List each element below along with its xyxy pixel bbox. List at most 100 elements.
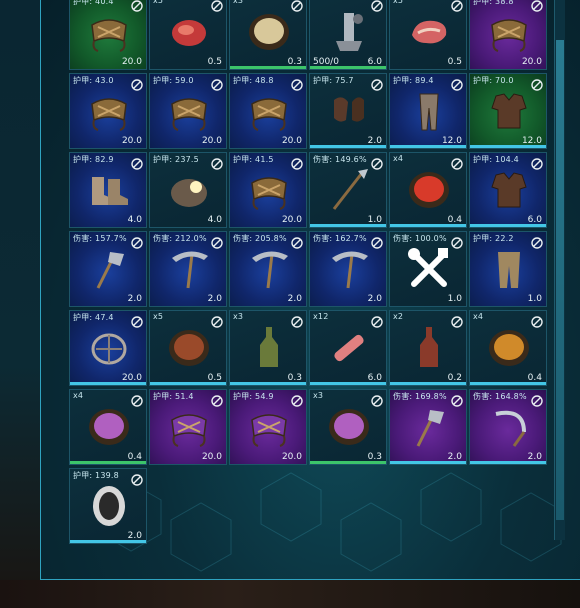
sickle-icon	[484, 402, 534, 452]
inventory-slot[interactable]: x2 0.2	[389, 310, 467, 386]
purple-bowl-icon	[324, 402, 374, 452]
slot-status-bar	[230, 382, 306, 385]
inventory-slot[interactable]: 伤害: 169.8% 2.0	[389, 389, 467, 465]
spear-icon	[324, 165, 374, 215]
inventory-slot[interactable]: 护甲: 38.8 20.0	[469, 0, 547, 70]
inventory-slot[interactable]: 伤害: 157.7% 2.0	[69, 231, 147, 307]
repair-tools-icon	[404, 244, 454, 294]
no-transfer-icon	[531, 155, 543, 170]
slot-stat-label: 伤害: 162.7%	[313, 234, 367, 243]
inventory-slot[interactable]: x4 0.4	[69, 389, 147, 465]
inventory-slot[interactable]: 护甲: 104.4 6.0	[469, 152, 547, 228]
slot-stat-label: x12	[313, 312, 329, 321]
inventory-slot[interactable]: 伤害: 164.8% 2.0	[469, 389, 547, 465]
slot-stat-label: x5	[153, 312, 164, 321]
inventory-slot[interactable]: x3 0.3	[309, 389, 387, 465]
inventory-slot[interactable]: 护甲: 237.5 4.0	[149, 152, 227, 228]
inventory-slot[interactable]: 伤害: 205.8% 2.0	[229, 231, 307, 307]
inventory-slot[interactable]: 伤害: 162.7% 2.0	[309, 231, 387, 307]
inventory-slot[interactable]: 护甲: 40.4 20.0	[69, 0, 147, 70]
no-transfer-icon	[291, 234, 303, 249]
no-transfer-icon	[371, 392, 383, 407]
gas-mask-icon	[84, 481, 134, 531]
inventory-slot[interactable]: 护甲: 43.0 20.0	[69, 73, 147, 149]
inventory-slot[interactable]: 护甲: 22.2 1.0	[469, 231, 547, 307]
slot-status-bar	[310, 66, 386, 69]
inventory-slot[interactable]: x4 0.4	[469, 310, 547, 386]
inventory-slot[interactable]: 护甲: 54.9 20.0	[229, 389, 307, 465]
slot-stat-label: 伤害: 164.8%	[473, 392, 527, 401]
slot-stat-label: 护甲: 139.8	[73, 471, 119, 480]
no-transfer-icon	[291, 76, 303, 91]
slot-stat-label: 护甲: 70.0	[473, 76, 514, 85]
axe-icon	[404, 402, 454, 452]
inventory-slot[interactable]: x5 0.5	[149, 310, 227, 386]
slot-status-bar	[230, 66, 306, 69]
slot-weight-label: 2.0	[367, 294, 382, 304]
no-transfer-icon	[291, 313, 303, 328]
chestpiece-icon	[484, 165, 534, 215]
inventory-slot[interactable]: 护甲: 89.4 12.0	[389, 73, 467, 149]
raw-meat-icon	[164, 7, 214, 57]
slot-weight-label: 20.0	[201, 136, 222, 146]
no-transfer-icon	[531, 234, 543, 249]
inventory-slot[interactable]: 伤害: 212.0% 2.0	[149, 231, 227, 307]
no-transfer-icon	[371, 234, 383, 249]
inventory-slot[interactable]: 护甲: 139.8 2.0	[69, 468, 147, 544]
saddle-icon	[484, 7, 534, 57]
no-transfer-icon	[211, 155, 223, 170]
no-transfer-icon	[451, 392, 463, 407]
inventory-slot[interactable]: 护甲: 47.4 20.0	[69, 310, 147, 386]
no-transfer-icon	[131, 392, 143, 407]
inventory-slot[interactable]: 护甲: 59.0 20.0	[149, 73, 227, 149]
background-left	[0, 0, 40, 608]
slot-weight-label: 20.0	[281, 215, 302, 225]
inventory-slot[interactable]: 伤害: 149.6% 1.0	[309, 152, 387, 228]
slot-stat-label: x4	[73, 391, 84, 400]
pickaxe-icon	[324, 244, 374, 294]
slot-stat-label: 护甲: 75.7	[313, 76, 354, 85]
no-transfer-icon	[371, 0, 383, 12]
slot-stat-label: 护甲: 41.5	[233, 155, 274, 164]
slot-status-bar	[310, 224, 386, 227]
inventory-slot[interactable]: x4 0.4	[389, 152, 467, 228]
inventory-slot[interactable]: x12 6.0	[309, 310, 387, 386]
inventory-slot[interactable]: x3 0.3	[229, 310, 307, 386]
hatchet-icon	[84, 244, 134, 294]
inventory-slot[interactable]: x5 0.5	[389, 0, 467, 70]
slot-weight-label: 2.0	[207, 294, 222, 304]
inventory-slot[interactable]: 护甲: 51.4 20.0	[149, 389, 227, 465]
scrollbar-thumb[interactable]	[556, 40, 564, 520]
inventory-slot[interactable]: 护甲: 82.9 4.0	[69, 152, 147, 228]
no-transfer-icon	[451, 0, 463, 12]
no-transfer-icon	[131, 0, 143, 12]
inventory-slot[interactable]: 护甲: 48.8 20.0	[229, 73, 307, 149]
inventory-slot[interactable]: x5 0.5	[149, 0, 227, 70]
no-transfer-icon	[451, 76, 463, 91]
inventory-slot[interactable]: 500/0 6.0	[309, 0, 387, 70]
slot-status-bar	[310, 145, 386, 148]
no-transfer-icon	[371, 313, 383, 328]
slot-stat-label: 护甲: 48.8	[233, 76, 274, 85]
slot-stat-label: 护甲: 237.5	[153, 155, 199, 164]
scrollbar[interactable]	[554, 0, 565, 540]
no-transfer-icon	[531, 76, 543, 91]
inventory-slot[interactable]: 护甲: 41.5 20.0	[229, 152, 307, 228]
inventory-slot[interactable]: 伤害: 100.0% 1.0	[389, 231, 467, 307]
bottle-icon	[244, 323, 294, 373]
slot-stat-label: 护甲: 51.4	[153, 392, 194, 401]
background-bottom	[0, 580, 580, 608]
inventory-slot[interactable]: x3 0.3	[229, 0, 307, 70]
purple-saddle-icon	[244, 402, 294, 452]
slot-weight-label: 0.5	[447, 57, 462, 67]
slot-stat-label: x4	[393, 154, 404, 163]
syringe-icon	[324, 323, 374, 373]
red-bowl-icon	[404, 165, 454, 215]
slot-stat-label: x5	[393, 0, 404, 5]
slot-weight-label: 0.5	[207, 57, 222, 67]
inventory-slot[interactable]: 护甲: 70.0 12.0	[469, 73, 547, 149]
saddle-icon	[244, 86, 294, 136]
inventory-slot[interactable]: 护甲: 75.7 2.0	[309, 73, 387, 149]
slot-status-bar	[390, 145, 466, 148]
leggings-icon	[404, 86, 454, 136]
